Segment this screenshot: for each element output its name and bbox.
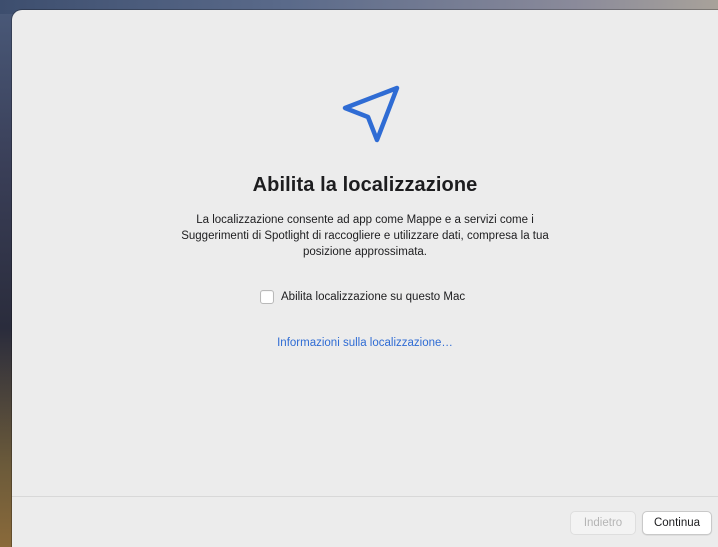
- footer-bar: Indietro Continua: [12, 496, 718, 547]
- location-info-link[interactable]: Informazioni sulla localizzazione…: [12, 337, 718, 349]
- back-button[interactable]: Indietro: [570, 511, 636, 535]
- location-arrow-icon: [342, 85, 400, 143]
- enable-location-label[interactable]: Abilita localizzazione su questo Mac: [281, 291, 465, 303]
- description-text: La localizzazione consente ad app come M…: [181, 214, 549, 258]
- enable-location-option[interactable]: Abilita localizzazione su questo Mac: [260, 289, 465, 305]
- page-title: Abilita la localizzazione: [252, 174, 478, 196]
- setup-assistant-window: Abilita la localizzazione La localizzazi…: [12, 10, 718, 547]
- continue-button[interactable]: Continua: [642, 511, 712, 535]
- enable-location-checkbox[interactable]: [260, 290, 274, 304]
- setup-content: Abilita la localizzazione La localizzazi…: [12, 10, 718, 496]
